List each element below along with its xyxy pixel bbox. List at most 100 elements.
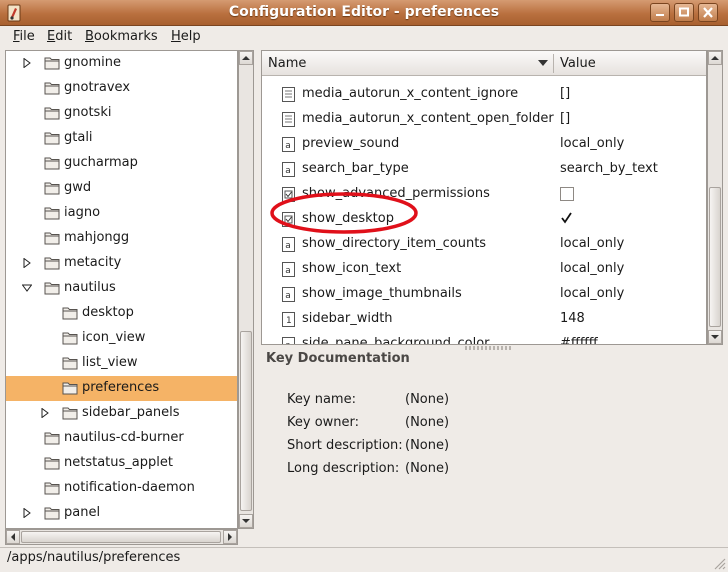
collapsed-triangle-icon[interactable] (40, 408, 50, 418)
scroll-down-button[interactable] (239, 514, 253, 528)
tree-item-label: metacity (64, 255, 122, 270)
tree-item[interactable]: panel (6, 501, 237, 526)
tree-item[interactable]: gnotravex (6, 76, 237, 101)
svg-text:a: a (285, 291, 291, 301)
key-name: show_desktop (302, 211, 394, 226)
folder-icon (44, 482, 60, 495)
tree-vertical-scrollbar[interactable] (238, 50, 254, 529)
menu-file[interactable]: File (13, 29, 35, 44)
tree-item[interactable]: gnotski (6, 101, 237, 126)
scroll-down-button[interactable] (708, 330, 722, 344)
tree-item-label: nautilus-cd-burner (64, 430, 184, 445)
checkbox-checked[interactable] (560, 212, 574, 226)
tree-item[interactable]: iagno (6, 201, 237, 226)
list-row[interactable]: media_autorun_x_content_open_folder [] (262, 107, 706, 132)
list-row[interactable]: a show_image_thumbnails local_only (262, 282, 706, 307)
minimize-button[interactable] (650, 3, 670, 22)
column-separator[interactable] (553, 54, 554, 73)
tree-item[interactable]: nautilus (6, 276, 237, 301)
column-header-name[interactable]: Name (268, 56, 306, 71)
collapsed-triangle-icon[interactable] (22, 58, 32, 68)
key-value[interactable]: [] (560, 111, 570, 126)
scroll-up-button[interactable] (708, 51, 722, 65)
scroll-up-button[interactable] (239, 51, 253, 65)
key-value[interactable]: local_only (560, 261, 624, 276)
doc-field-label: Key owner: (287, 415, 360, 430)
menu-help[interactable]: Help (171, 29, 201, 44)
tree-item[interactable]: icon_view (6, 326, 237, 351)
arrow-left-icon (11, 533, 15, 541)
tree-item[interactable]: gtali (6, 126, 237, 151)
tree-item-label: mahjongg (64, 230, 130, 245)
scroll-left-button[interactable] (6, 530, 20, 544)
tree-item[interactable]: gnomine (6, 51, 237, 76)
arrow-up-icon (711, 56, 719, 60)
key-value[interactable]: search_by_text (560, 161, 658, 176)
scroll-right-button[interactable] (223, 530, 237, 544)
key-tree[interactable]: gnomine gnotravex gnotski gtali gucharmap gwd… (5, 50, 238, 529)
minimize-icon (656, 14, 664, 16)
list-row[interactable]: a side_pane_background_color #ffffff (262, 332, 706, 344)
tree-item[interactable]: metacity (6, 251, 237, 276)
string-type-icon: a (282, 287, 295, 302)
string-type-icon: a (282, 162, 295, 177)
expanded-triangle-icon[interactable] (22, 283, 32, 293)
tree-item[interactable]: list_view (6, 351, 237, 376)
maximize-icon (679, 7, 689, 17)
tree-horizontal-scrollbar[interactable] (5, 529, 238, 545)
column-header-value[interactable]: Value (560, 56, 596, 71)
tree-scroll-thumb[interactable] (240, 331, 252, 511)
folder-icon (62, 407, 78, 420)
maximize-button[interactable] (674, 3, 694, 22)
list-row[interactable]: a preview_sound local_only (262, 132, 706, 157)
doc-field-value: (None) (405, 392, 450, 407)
key-value-list[interactable]: Name Value media_autorun_x_content_ignor… (261, 50, 707, 345)
tree-hscroll-thumb[interactable] (21, 531, 221, 543)
folder-icon (44, 207, 60, 220)
tree-item[interactable]: gwd (6, 176, 237, 201)
resize-grip-icon[interactable] (712, 556, 726, 570)
pane-resize-handle[interactable] (465, 346, 513, 350)
list-row[interactable]: show_advanced_permissions (262, 182, 706, 207)
list-row[interactable]: a show_icon_text local_only (262, 257, 706, 282)
list-row[interactable]: a show_directory_item_counts local_only (262, 232, 706, 257)
tree-item[interactable]: desktop (6, 301, 237, 326)
key-value[interactable]: local_only (560, 286, 624, 301)
list-vertical-scrollbar[interactable] (707, 50, 723, 345)
tree-item[interactable]: notification-daemon (6, 476, 237, 501)
key-value[interactable]: local_only (560, 136, 624, 151)
list-row[interactable]: media_autorun_x_content_ignore [] (262, 82, 706, 107)
title-bar[interactable]: Configuration Editor - preferences (0, 0, 728, 26)
tree-item[interactable]: nautilus-cd-burner (6, 426, 237, 451)
tree-item[interactable]: mahjongg (6, 226, 237, 251)
tree-item-label: gtali (64, 130, 93, 145)
key-name: show_image_thumbnails (302, 286, 462, 301)
list-scroll-thumb[interactable] (709, 187, 721, 327)
tree-item[interactable]: netstatus_applet (6, 451, 237, 476)
arrow-up-icon (242, 56, 250, 60)
list-row[interactable]: show_desktop (262, 207, 706, 232)
tree-item[interactable]: gucharmap (6, 151, 237, 176)
tree-item-label: gucharmap (64, 155, 138, 170)
menu-edit[interactable]: Edit (47, 29, 72, 44)
key-documentation-title: Key Documentation (266, 351, 410, 366)
key-name: search_bar_type (302, 161, 409, 176)
list-row[interactable]: a search_bar_type search_by_text (262, 157, 706, 182)
list-row[interactable]: 1 sidebar_width 148 (262, 307, 706, 332)
tree-item[interactable]: preferences (6, 376, 237, 401)
window-title: Configuration Editor - preferences (228, 4, 500, 20)
folder-icon (62, 357, 78, 370)
collapsed-triangle-icon[interactable] (22, 508, 32, 518)
tree-item[interactable]: sidebar_panels (6, 401, 237, 426)
key-value[interactable]: [] (560, 86, 570, 101)
key-value[interactable]: local_only (560, 236, 624, 251)
key-value[interactable]: 148 (560, 311, 585, 326)
tree-item-label: preferences (82, 380, 160, 395)
folder-icon (44, 57, 60, 70)
tree-item-label: sidebar_panels (82, 405, 180, 420)
close-button[interactable] (698, 3, 718, 22)
checkbox-unchecked[interactable] (560, 187, 574, 201)
key-value[interactable]: #ffffff (560, 336, 598, 344)
menu-bookmarks[interactable]: Bookmarks (85, 29, 158, 44)
collapsed-triangle-icon[interactable] (22, 258, 32, 268)
